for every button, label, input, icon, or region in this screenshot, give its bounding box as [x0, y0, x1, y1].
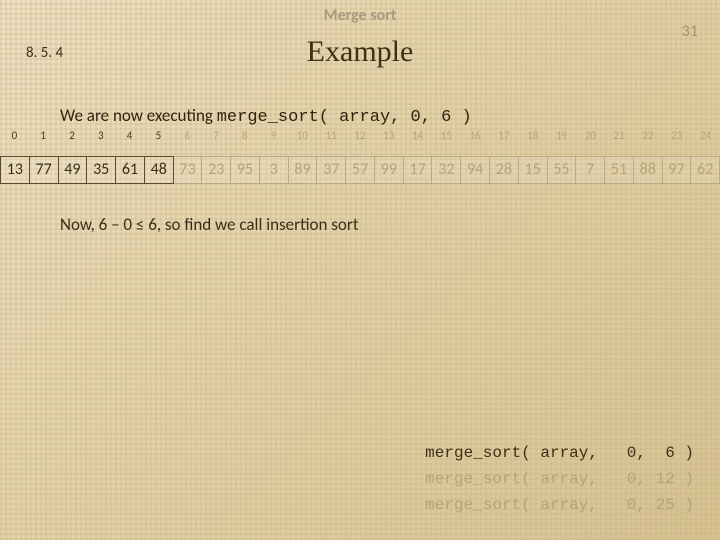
index-label: 11: [317, 129, 346, 142]
page-number: 31: [682, 22, 698, 41]
index-label: 23: [662, 129, 691, 142]
array-cell: 15: [519, 156, 548, 184]
executing-call: merge_sort( array, 0, 6 ): [217, 108, 472, 127]
index-label: 7: [202, 129, 231, 142]
array-cell: 49: [59, 156, 88, 184]
slide-header: Merge sort: [0, 0, 720, 25]
index-label: 12: [346, 129, 375, 142]
array-cell: 95: [231, 156, 260, 184]
array-cell: 7: [576, 156, 605, 184]
index-label: 20: [576, 129, 605, 142]
array-cell: 99: [375, 156, 404, 184]
array-cell: 77: [30, 156, 59, 184]
array-cell: 55: [548, 156, 577, 184]
array-cell: 88: [634, 156, 663, 184]
index-label: 15: [432, 129, 461, 142]
index-label: 22: [634, 129, 663, 142]
array-row: 1377493561487323953893757991732942815557…: [0, 156, 720, 184]
index-label: 4: [115, 129, 144, 142]
now-prefix: Now,: [60, 214, 99, 235]
index-label: 18: [518, 129, 547, 142]
index-label: 13: [374, 129, 403, 142]
page-title: Example: [0, 35, 720, 69]
index-row: 0123456789101112131415161718192021222324: [0, 129, 720, 142]
array-cell: 73: [174, 156, 203, 184]
array-cell: 61: [116, 156, 145, 184]
index-label: 10: [288, 129, 317, 142]
index-label: 2: [58, 129, 87, 142]
array-cell: 37: [317, 156, 346, 184]
executing-prefix: We are now executing: [60, 105, 217, 126]
array-cell: 32: [432, 156, 461, 184]
now-math: 6 – 0 ≤ 6: [99, 214, 157, 235]
explanation-line: Now, 6 – 0 ≤ 6, so find we call insertio…: [60, 214, 720, 235]
index-label: 6: [173, 129, 202, 142]
index-label: 14: [403, 129, 432, 142]
array-cell: 48: [145, 156, 174, 184]
array-cell: 23: [202, 156, 231, 184]
index-label: 3: [86, 129, 115, 142]
index-label: 24: [691, 129, 720, 142]
stack-frame: merge_sort( array, 0, 25 ): [425, 492, 694, 518]
index-label: 21: [605, 129, 634, 142]
stack-frame: merge_sort( array, 0, 6 ): [425, 440, 694, 466]
index-label: 17: [490, 129, 519, 142]
index-label: 16: [461, 129, 490, 142]
array-cell: 57: [346, 156, 375, 184]
index-label: 19: [547, 129, 576, 142]
array-cell: 35: [87, 156, 116, 184]
array-cell: 94: [461, 156, 490, 184]
array-cell: 17: [404, 156, 433, 184]
stack-frame: merge_sort( array, 0, 12 ): [425, 466, 694, 492]
index-label: 1: [29, 129, 58, 142]
array-cell: 28: [490, 156, 519, 184]
array-cell: 3: [260, 156, 289, 184]
array-cell: 62: [691, 156, 720, 184]
index-label: 8: [230, 129, 259, 142]
array-cell: 97: [663, 156, 692, 184]
index-label: 9: [259, 129, 288, 142]
array-cell: 13: [0, 156, 30, 184]
index-label: 0: [0, 129, 29, 142]
section-number: 8. 5. 4: [26, 44, 63, 62]
array-cell: 89: [289, 156, 318, 184]
index-label: 5: [144, 129, 173, 142]
executing-line: We are now executing merge_sort( array, …: [60, 105, 720, 127]
array-cell: 51: [605, 156, 634, 184]
now-suffix: , so find we call insertion sort: [157, 214, 359, 235]
call-stack: merge_sort( array, 0, 6 )merge_sort( arr…: [425, 440, 694, 518]
